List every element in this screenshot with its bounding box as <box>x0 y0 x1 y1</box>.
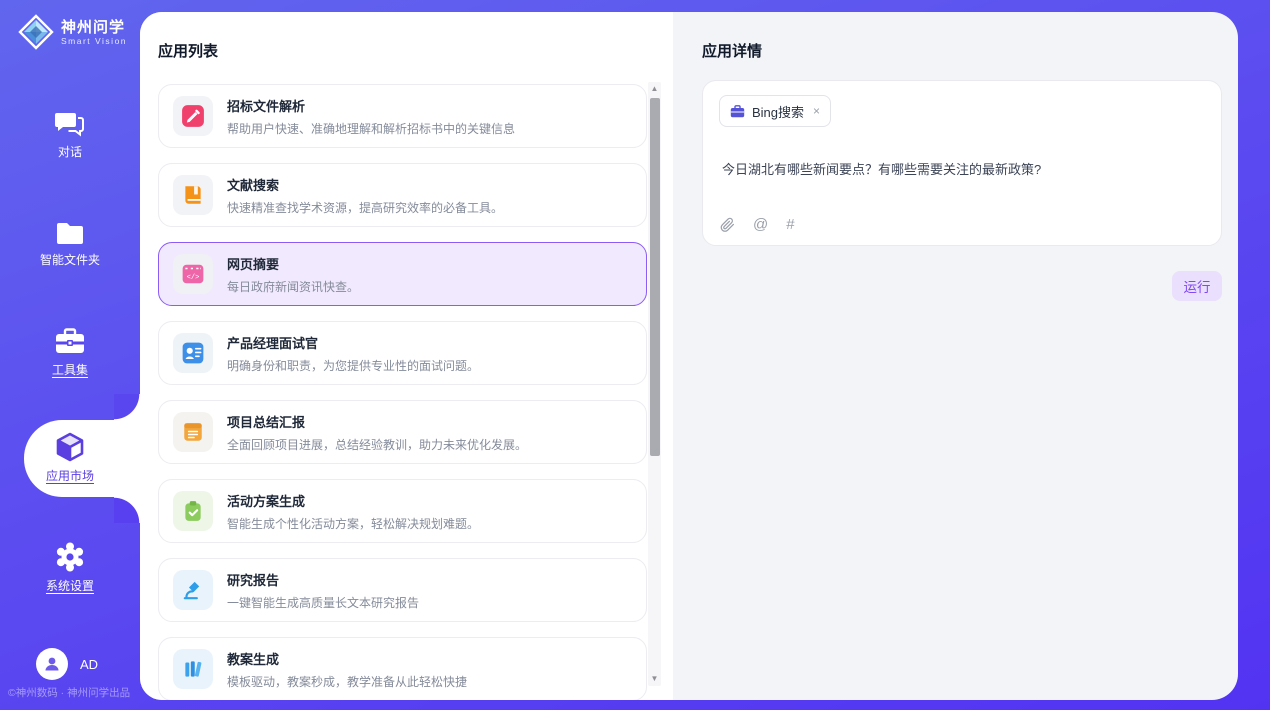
tool-tag-label: Bing搜索 <box>752 102 804 121</box>
scroll-down-icon[interactable]: ▼ <box>648 672 661 686</box>
app-list-item-literature-search[interactable]: 文献搜索 快速精准查找学术资源，提高研究效率的必备工具。 <box>158 163 647 227</box>
app-icon-wrap <box>173 649 213 689</box>
app-desc: 明确身份和职责，为您提供专业性的面试问题。 <box>227 357 479 374</box>
briefcase-icon <box>730 105 745 118</box>
folder-icon <box>55 220 85 246</box>
app-desc: 每日政府新闻资讯快查。 <box>227 278 359 295</box>
run-button[interactable]: 运行 <box>1172 271 1222 301</box>
mention-icon[interactable]: @ <box>753 216 768 233</box>
app-name: 研究报告 <box>227 570 419 589</box>
toolbox-icon <box>54 328 86 356</box>
microscope-icon <box>181 578 205 602</box>
prompt-card: Bing搜索 × 今日湖北有哪些新闻要点？有哪些需要关注的最新政策? @ # <box>702 80 1222 246</box>
app-list-item-pm-interviewer[interactable]: 产品经理面试官 明确身份和职责，为您提供专业性的面试问题。 <box>158 321 647 385</box>
web-code-icon: </> <box>181 262 205 286</box>
sidebar-item-toolbox[interactable]: 工具集 <box>0 328 140 378</box>
app-list: 招标文件解析 帮助用户快速、准确地理解和解析招标书中的关键信息 文献搜索 <box>158 84 647 700</box>
chat-icon <box>55 110 85 138</box>
tag-close-icon[interactable]: × <box>813 104 820 118</box>
bubble-curve-bottom <box>114 497 140 523</box>
app-desc: 一键智能生成高质量长文本研究报告 <box>227 594 419 611</box>
app-icon-wrap <box>173 96 213 136</box>
app-detail-panel: 应用详情 Bing搜索 × 今日湖北有哪些新闻要点？有哪些需要关注的最新政策? <box>673 12 1238 700</box>
app-detail-title: 应用详情 <box>702 40 762 61</box>
app-name: 项目总结汇报 <box>227 412 527 431</box>
books-icon <box>181 657 205 681</box>
app-icon-wrap <box>173 333 213 373</box>
app-desc: 快速精准查找学术资源，提高研究效率的必备工具。 <box>227 199 503 216</box>
edit-doc-icon <box>181 104 205 128</box>
list-scrollbar[interactable]: ▲ ▼ <box>648 82 661 686</box>
scrollbar-thumb[interactable] <box>650 98 660 456</box>
gear-icon <box>55 542 85 572</box>
app-desc: 模板驱动，教案秒成，教学准备从此轻松快捷 <box>227 673 467 690</box>
sidebar-item-label: 应用市场 <box>46 467 94 484</box>
person-icon <box>43 655 61 673</box>
app-name: 教案生成 <box>227 649 467 668</box>
brand-logo: 神州问学 Smart Vision <box>18 14 127 50</box>
note-icon <box>181 420 205 444</box>
app-list-item-research-report[interactable]: 研究报告 一键智能生成高质量长文本研究报告 <box>158 558 647 622</box>
brand-subtitle: Smart Vision <box>61 36 127 46</box>
scroll-up-icon[interactable]: ▲ <box>648 82 661 96</box>
app-name: 活动方案生成 <box>227 491 479 510</box>
app-desc: 帮助用户快速、准确地理解和解析招标书中的关键信息 <box>227 120 515 137</box>
book-icon <box>181 183 205 207</box>
sidebar-item-label: 工具集 <box>52 361 88 378</box>
app-desc: 全面回顾项目进展，总结经验教训，助力未来优化发展。 <box>227 436 527 453</box>
sidebar-item-chat[interactable]: 对话 <box>0 110 140 160</box>
app-list-item-project-summary[interactable]: 项目总结汇报 全面回顾项目进展，总结经验教训，助力未来优化发展。 <box>158 400 647 464</box>
avatar <box>36 648 68 680</box>
app-name: 网页摘要 <box>227 254 359 273</box>
app-list-item-web-summary[interactable]: </> 网页摘要 每日政府新闻资讯快查。 <box>158 242 647 306</box>
content-surface: 应用列表 招标文件解析 帮助用户快速、准确地理解和解析招标书中的关键信息 <box>140 12 1238 700</box>
sidebar-item-app-market[interactable]: 应用市场 <box>0 432 140 484</box>
copyright-text: ©神州数码 · 神州问学出品 <box>8 685 140 700</box>
app-icon-wrap <box>173 491 213 531</box>
tool-tag-bing-search[interactable]: Bing搜索 × <box>719 95 831 127</box>
app-list-title: 应用列表 <box>158 40 218 61</box>
app-list-panel: 应用列表 招标文件解析 帮助用户快速、准确地理解和解析招标书中的关键信息 <box>140 12 673 700</box>
sidebar-item-label: 系统设置 <box>46 577 94 594</box>
sidebar-item-settings[interactable]: 系统设置 <box>0 542 140 594</box>
app-name: 文献搜索 <box>227 175 503 194</box>
prompt-input[interactable]: 今日湖北有哪些新闻要点？有哪些需要关注的最新政策? <box>722 159 1205 178</box>
bubble-curve-top <box>114 394 140 420</box>
prompt-toolbar: @ # <box>720 216 795 233</box>
cube-icon <box>55 432 85 462</box>
app-name: 招标文件解析 <box>227 96 515 115</box>
app-icon-wrap <box>173 175 213 215</box>
app-icon-wrap: </> <box>173 254 213 294</box>
interviewer-icon <box>181 341 205 365</box>
app-desc: 智能生成个性化活动方案，轻松解决规划难题。 <box>227 515 479 532</box>
clipboard-check-icon <box>181 499 205 523</box>
app-name: 产品经理面试官 <box>227 333 479 352</box>
sidebar-item-smart-folder[interactable]: 智能文件夹 <box>0 220 140 268</box>
diamond-logo-icon <box>18 14 54 50</box>
brand-name: 神州问学 <box>61 19 127 36</box>
app-window: 神州问学 Smart Vision 对话 智能文件夹 <box>0 0 1270 710</box>
user-name: AD <box>80 657 98 672</box>
sidebar-item-label: 智能文件夹 <box>40 251 100 268</box>
app-list-item-lesson-plan[interactable]: 教案生成 模板驱动，教案秒成，教学准备从此轻松快捷 <box>158 637 647 700</box>
app-icon-wrap <box>173 412 213 452</box>
hash-icon[interactable]: # <box>786 216 794 233</box>
svg-text:</>: </> <box>187 274 200 282</box>
user-account[interactable]: AD <box>36 648 98 680</box>
paperclip-icon[interactable] <box>720 217 735 233</box>
sidebar-item-label: 对话 <box>58 143 82 160</box>
app-icon-wrap <box>173 570 213 610</box>
app-list-item-tender-parse[interactable]: 招标文件解析 帮助用户快速、准确地理解和解析招标书中的关键信息 <box>158 84 647 148</box>
sidebar: 神州问学 Smart Vision 对话 智能文件夹 <box>0 0 140 710</box>
app-list-item-event-plan[interactable]: 活动方案生成 智能生成个性化活动方案，轻松解决规划难题。 <box>158 479 647 543</box>
